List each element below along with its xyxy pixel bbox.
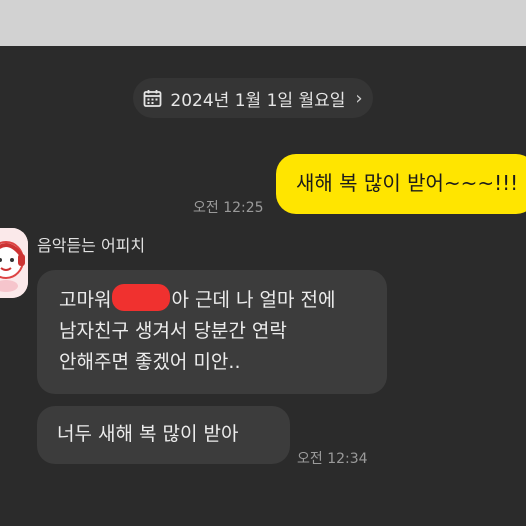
message-line: 남자친구 생겨서 당분간 연락	[59, 320, 287, 342]
incoming-message-time: 오전 12:34	[297, 451, 368, 467]
chat-screen: 2024년 1월 1일 월요일 › 새해 복 많이 받어~~~!!! 오전 12…	[0, 46, 526, 526]
message-text-part: 고마워	[59, 289, 112, 311]
profile-avatar[interactable]	[0, 228, 28, 298]
date-divider[interactable]: 2024년 1월 1일 월요일 ›	[133, 78, 373, 118]
message-text-part: 아 근데 나 얼마 전에	[171, 289, 336, 311]
sender-name: 음악듣는 어피치	[37, 236, 146, 255]
incoming-message-text: 너두 새해 복 많이 받아	[57, 423, 239, 445]
chevron-right-icon: ›	[355, 87, 363, 109]
incoming-message-bubble[interactable]: 너두 새해 복 많이 받아	[37, 406, 290, 464]
date-text: 2024년 1월 1일 월요일	[170, 90, 346, 111]
outgoing-message-text: 새해 복 많이 받어~~~!!!	[296, 171, 519, 195]
message-line: 고마워 아 근데 나 얼마 전에	[59, 284, 387, 316]
message-line: 안해주면 좋겠어 미안..	[59, 351, 241, 373]
outgoing-message-bubble[interactable]: 새해 복 많이 받어~~~!!!	[276, 154, 526, 214]
outgoing-message-time: 오전 12:25	[193, 200, 264, 216]
calendar-icon	[143, 89, 162, 108]
photo-frame: 2024년 1월 1일 월요일 › 새해 복 많이 받어~~~!!! 오전 12…	[0, 0, 526, 526]
redaction-mark	[112, 284, 171, 311]
incoming-message-bubble[interactable]: 고마워 아 근데 나 얼마 전에 남자친구 생겨서 당분간 연락 안해주면 좋겠어…	[37, 270, 387, 394]
